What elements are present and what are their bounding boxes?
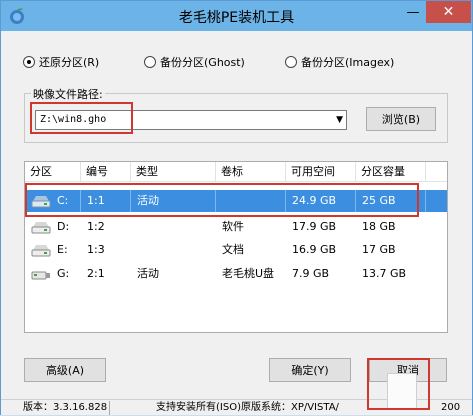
- cell-number: 1:3: [87, 243, 105, 256]
- radio-backup-imagex[interactable]: 备份分区(Imagex): [285, 54, 394, 70]
- radio-circle-checked[interactable]: [23, 56, 35, 68]
- supported-systems-text: 支持安装所有(ISO)原版系统：XP/VISTA/: [156, 402, 339, 413]
- cell-label: 软件: [222, 220, 244, 233]
- cell-number: 2:1: [87, 267, 105, 280]
- column-header-type[interactable]: 类型: [131, 162, 216, 182]
- hard-drive-icon: [31, 245, 51, 257]
- cell-drive: D:: [57, 220, 70, 233]
- cell-capacity: 17 GB: [362, 243, 396, 256]
- advanced-button[interactable]: 高级(A): [24, 358, 106, 382]
- cell-type: [131, 239, 216, 261]
- cell-label: 老毛桃U盘: [222, 267, 275, 280]
- cell-capacity: 18 GB: [362, 220, 396, 233]
- title-bar[interactable]: 老毛桃PE装机工具 — ✕: [1, 1, 472, 31]
- column-header-label[interactable]: 卷标: [216, 162, 286, 182]
- column-header-capacity[interactable]: 分区容量: [356, 162, 426, 182]
- column-header-free-space[interactable]: 可用空间: [286, 162, 356, 182]
- cell-label: 文档: [222, 243, 244, 256]
- installer-window: 老毛桃PE装机工具 — ✕ 还原分区(R) 备份分区(Ghost) 备份分区(I…: [0, 0, 473, 415]
- image-path-label: 映像文件路径:: [31, 86, 105, 102]
- image-path-combobox[interactable]: Z:\win8.gho ▼: [35, 110, 347, 130]
- column-header-partition[interactable]: 分区: [25, 162, 81, 182]
- cell-type: [131, 216, 216, 238]
- radio-backup-imagex-label: 备份分区(Imagex): [301, 56, 395, 69]
- cell-free-space: 17.9 GB: [292, 220, 337, 233]
- partition-row[interactable]: E: 1:3 文档 16.9 GB 17 GB: [25, 239, 447, 261]
- radio-restore-label: 还原分区(R): [39, 56, 100, 69]
- partition-list[interactable]: 分区 编号 类型 卷标 可用空间 分区容量 C: 1:1 活动 24.9 GB …: [24, 161, 448, 333]
- cell-number: 1:1: [81, 190, 131, 212]
- cell-drive: C:: [51, 190, 81, 212]
- radio-backup-ghost[interactable]: 备份分区(Ghost): [144, 54, 245, 70]
- radio-backup-ghost-label: 备份分区(Ghost): [160, 56, 245, 69]
- partition-list-header: 分区 编号 类型 卷标 可用空间 分区容量: [25, 162, 447, 182]
- resize-grip[interactable]: [387, 373, 417, 409]
- version-text: 版本：3.3.16.828: [23, 402, 108, 413]
- usb-drive-icon: [31, 271, 50, 280]
- cell-capacity: 25 GB: [356, 190, 426, 212]
- radio-circle[interactable]: [144, 56, 156, 68]
- hard-drive-icon: [31, 222, 51, 234]
- cell-type: 活动: [131, 190, 216, 212]
- partition-row[interactable]: D: 1:2 软件 17.9 GB 18 GB: [25, 216, 447, 238]
- status-divider: [109, 401, 110, 415]
- cell-drive: G:: [57, 267, 70, 280]
- cell-number: 1:2: [87, 220, 105, 233]
- cell-free-space: 7.9 GB: [292, 267, 330, 280]
- partition-row[interactable]: C: 1:1 活动 24.9 GB 25 GB: [25, 190, 447, 212]
- column-header-number[interactable]: 编号: [81, 162, 131, 182]
- cell-free-space: 16.9 GB: [292, 243, 337, 256]
- cell-label: [216, 190, 286, 212]
- cell-drive: E:: [57, 243, 68, 256]
- chevron-down-icon[interactable]: ▼: [336, 111, 343, 129]
- ok-button[interactable]: 确定(Y): [269, 358, 351, 382]
- close-button[interactable]: ✕: [426, 1, 471, 23]
- browse-button[interactable]: 浏览(B): [366, 107, 436, 131]
- minimize-button[interactable]: —: [399, 1, 427, 23]
- radio-circle[interactable]: [285, 56, 297, 68]
- status-right-text: 200: [441, 402, 461, 413]
- radio-restore-partition[interactable]: 还原分区(R): [23, 54, 99, 70]
- cell-free-space: 24.9 GB: [286, 190, 356, 212]
- cell-type: 活动: [137, 267, 159, 280]
- image-path-value: Z:\win8.gho: [40, 114, 107, 125]
- cell-capacity: 13.7 GB: [362, 267, 407, 280]
- partition-row[interactable]: G: 2:1 活动 老毛桃U盘 7.9 GB 13.7 GB: [25, 263, 447, 285]
- hard-drive-icon: [31, 196, 51, 208]
